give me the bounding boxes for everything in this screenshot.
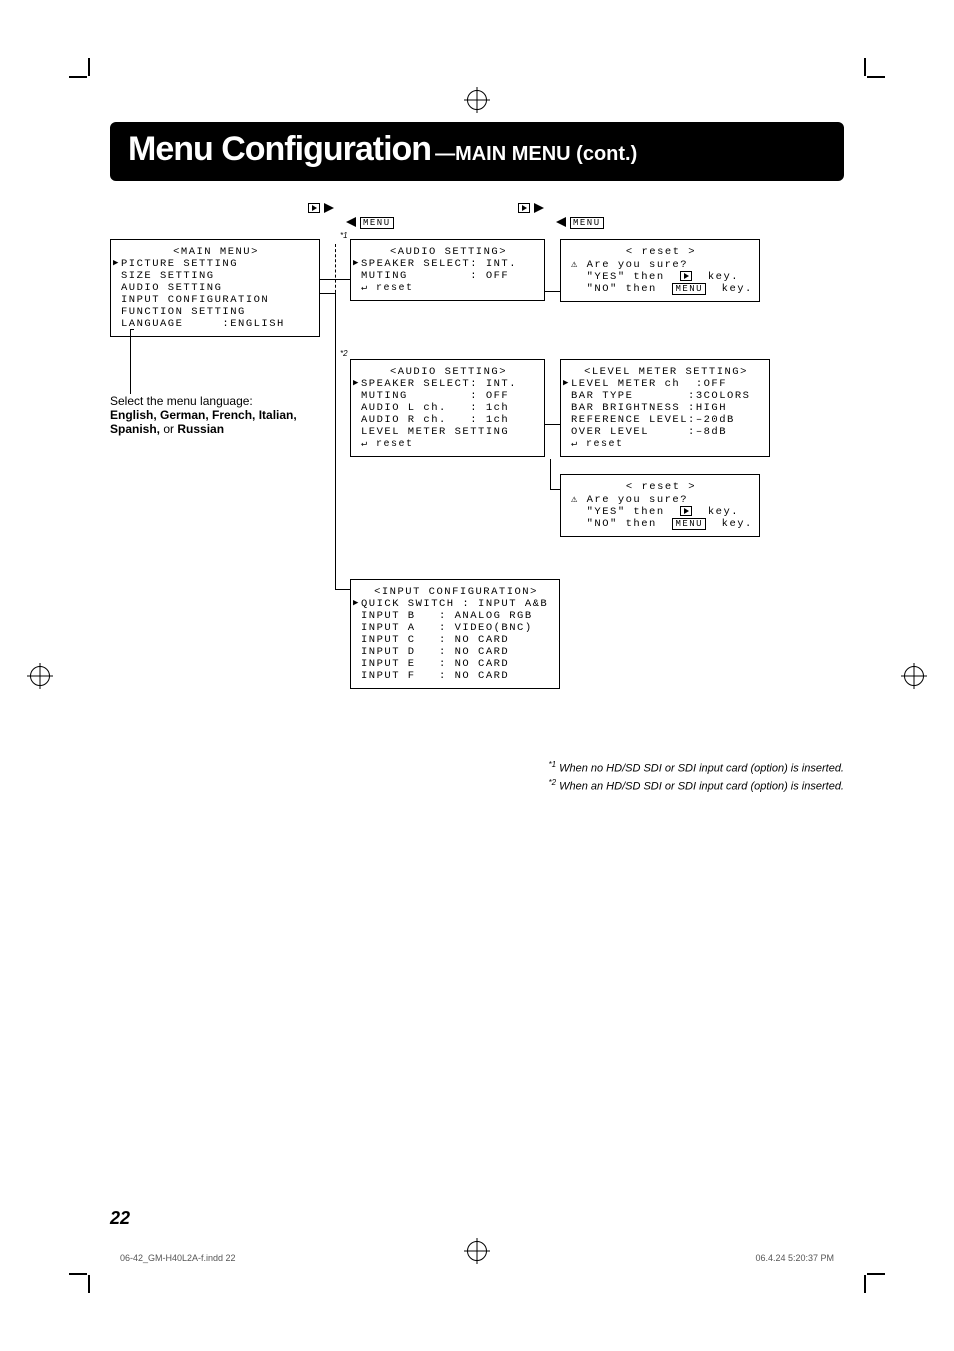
panel-header: <AUDIO SETTING>	[361, 246, 536, 258]
registration-mark-icon	[30, 666, 50, 686]
arrow-left-icon	[346, 217, 356, 227]
menu-item: SIZE SETTING	[121, 270, 311, 282]
menu-item: LEVEL METER ch :OFF	[571, 378, 761, 390]
reset-dialog: < reset > ⚠ Are you sure? "YES" then key…	[560, 474, 760, 537]
menu-item: AUDIO L ch. : 1ch	[361, 402, 536, 414]
panel-header: <INPUT CONFIGURATION>	[361, 586, 551, 598]
language-caption: Select the menu language: English, Germa…	[110, 394, 330, 436]
footer-timestamp: 06.4.24 5:20:37 PM	[755, 1253, 834, 1263]
page-title-bar: Menu Configuration—MAIN MENU (cont.)	[110, 122, 844, 181]
reset-label: ↵ reset	[361, 282, 536, 294]
page-number: 22	[110, 1208, 130, 1229]
registration-mark-icon	[904, 666, 924, 686]
registration-mark-icon	[467, 90, 487, 110]
panel-header: <AUDIO SETTING>	[361, 366, 536, 378]
menu-item: INPUT E : NO CARD	[361, 658, 551, 670]
reset-no: "NO" then MENU key.	[571, 283, 751, 295]
menu-diagram: MENU MENU *1 <MAIN MENU> PICTURE SETTING…	[110, 199, 844, 839]
footnotes: *1 When no HD/SD SDI or SDI input card (…	[548, 759, 844, 795]
menu-item: REFERENCE LEVEL:–20dB	[571, 414, 761, 426]
main-menu-panel: <MAIN MENU> PICTURE SETTING SIZE SETTING…	[110, 239, 320, 337]
arrow-left-icon	[556, 217, 566, 227]
menu-item: INPUT F : NO CARD	[361, 670, 551, 682]
reset-label: ↵ reset	[571, 438, 761, 450]
play-icon	[680, 506, 692, 516]
menu-label: MENU	[570, 217, 604, 229]
arrow-right-icon	[534, 203, 544, 213]
footnote-ref-2: *2	[340, 349, 348, 358]
reset-warn: ⚠ Are you sure?	[571, 258, 751, 271]
reset-yes: "YES" then key.	[571, 506, 751, 518]
input-configuration-panel: <INPUT CONFIGURATION> QUICK SWITCH : INP…	[350, 579, 560, 689]
play-icon	[308, 203, 320, 213]
footnote-marker: *2	[548, 778, 556, 787]
menu-label: MENU	[672, 518, 706, 530]
menu-item: LANGUAGE :ENGLISH	[121, 318, 311, 330]
panel-header: < reset >	[571, 246, 751, 258]
panel-header: <MAIN MENU>	[121, 246, 311, 258]
menu-item: MUTING : OFF	[361, 270, 536, 282]
menu-item: PICTURE SETTING	[121, 258, 311, 270]
panel-header: <LEVEL METER SETTING>	[571, 366, 761, 378]
play-icon	[680, 271, 692, 281]
menu-item: QUICK SWITCH : INPUT A&B	[361, 598, 551, 610]
menu-item: INPUT B : ANALOG RGB	[361, 610, 551, 622]
menu-item: AUDIO SETTING	[121, 282, 311, 294]
audio-setting-panel-2: <AUDIO SETTING> SPEAKER SELECT: INT. MUT…	[350, 359, 545, 457]
menu-item: BAR TYPE :3COLORS	[571, 390, 761, 402]
caption-text: Select the menu language:	[110, 394, 253, 408]
level-meter-panel: <LEVEL METER SETTING> LEVEL METER ch :OF…	[560, 359, 770, 457]
reset-yes: "YES" then key.	[571, 271, 751, 283]
footer-file: 06-42_GM-H40L2A-f.indd 22	[120, 1253, 236, 1263]
menu-item: MUTING : OFF	[361, 390, 536, 402]
menu-item: BAR BRIGHTNESS :HIGH	[571, 402, 761, 414]
audio-setting-panel-1: <AUDIO SETTING> SPEAKER SELECT: INT. MUT…	[350, 239, 545, 301]
menu-item: INPUT CONFIGURATION	[121, 294, 311, 306]
menu-item: INPUT C : NO CARD	[361, 634, 551, 646]
menu-item: OVER LEVEL :–8dB	[571, 426, 761, 438]
footnote-text: When no HD/SD SDI or SDI input card (opt…	[559, 763, 844, 775]
play-icon	[518, 203, 530, 213]
reset-no: "NO" then MENU key.	[571, 518, 751, 530]
menu-item: INPUT A : VIDEO(BNC)	[361, 622, 551, 634]
footnote-marker: *1	[548, 760, 556, 769]
menu-item: INPUT D : NO CARD	[361, 646, 551, 658]
panel-header: < reset >	[571, 481, 751, 493]
menu-item: SPEAKER SELECT: INT.	[361, 258, 536, 270]
arrow-right-icon	[324, 203, 334, 213]
menu-label: MENU	[672, 283, 706, 295]
menu-item: SPEAKER SELECT: INT.	[361, 378, 536, 390]
caption-text: or	[160, 422, 177, 436]
reset-dialog: < reset > ⚠ Are you sure? "YES" then key…	[560, 239, 760, 302]
page-title: Menu Configuration	[128, 130, 431, 168]
page-subtitle: —MAIN MENU (cont.)	[435, 143, 637, 165]
menu-item: LEVEL METER SETTING	[361, 426, 536, 438]
reset-label: ↵ reset	[361, 438, 536, 450]
footnote-ref-1: *1	[340, 231, 348, 240]
caption-bold: Russian	[177, 422, 224, 436]
reset-warn: ⚠ Are you sure?	[571, 493, 751, 506]
menu-item: FUNCTION SETTING	[121, 306, 311, 318]
menu-item: AUDIO R ch. : 1ch	[361, 414, 536, 426]
registration-mark-icon	[467, 1241, 487, 1261]
footnote-text: When an HD/SD SDI or SDI input card (opt…	[559, 781, 844, 793]
menu-label: MENU	[360, 217, 394, 229]
